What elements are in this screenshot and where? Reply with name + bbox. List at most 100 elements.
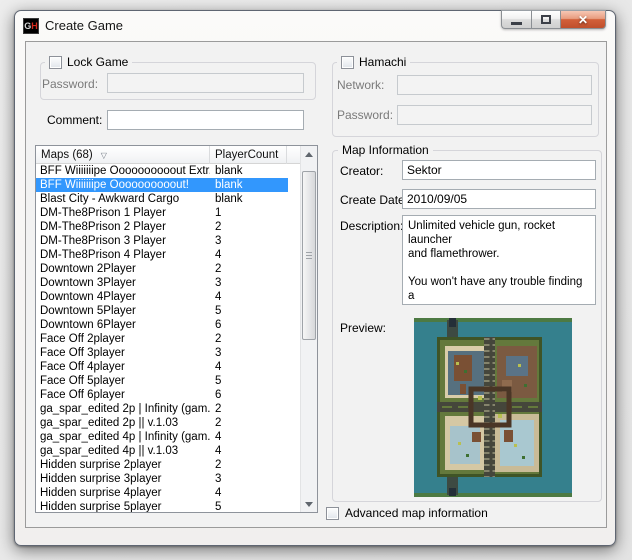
hamachi-checkbox[interactable] [341, 56, 354, 69]
map-name: Hidden surprise 2player [36, 458, 210, 472]
map-player-count: 2 [210, 220, 288, 234]
advanced-map-info-checkbox[interactable] [326, 507, 339, 520]
lock-password-label: Password: [42, 77, 98, 91]
list-item[interactable]: DM-The8Prison 1 Player 1 [36, 206, 300, 220]
lock-game-label: Lock Game [67, 55, 128, 69]
window-title: Create Game [45, 18, 123, 33]
maps-column-header[interactable]: Maps (68) ▽ [36, 146, 210, 164]
map-name: Downtown 5Player [36, 304, 210, 318]
map-information-legend: Map Information [338, 143, 433, 157]
hamachi-legend: Hamachi [337, 55, 410, 69]
comment-label: Comment: [47, 113, 102, 127]
map-name: Face Off 4player [36, 360, 210, 374]
list-item[interactable]: Face Off 3player 3 [36, 346, 300, 360]
create-game-window: GH Create Game ✕ Lock Game Password: Com… [14, 10, 616, 546]
list-item[interactable]: Hidden surprise 2player 2 [36, 458, 300, 472]
map-player-count: 4 [210, 486, 288, 500]
playercount-column-header[interactable]: PlayerCount [210, 146, 287, 164]
hamachi-label: Hamachi [359, 55, 406, 69]
map-player-count: 4 [210, 444, 288, 458]
list-item[interactable]: Downtown 2Player 2 [36, 262, 300, 276]
map-player-count: 4 [210, 430, 288, 444]
map-name: BFF Wiiiiiiipe Oooooooooout Extr... [36, 164, 210, 178]
minimize-icon [511, 22, 522, 25]
list-item[interactable]: Blast City - Awkward Cargo blank [36, 192, 300, 206]
list-item[interactable]: Hidden surprise 4player 4 [36, 486, 300, 500]
list-item[interactable]: BFF Wiiiiiiipe Oooooooooout Extr... blan… [36, 164, 300, 178]
titlebar[interactable]: GH Create Game ✕ [15, 11, 615, 40]
hamachi-password-label: Password: [337, 108, 393, 122]
map-name: Face Off 2player [36, 332, 210, 346]
create-date-input[interactable] [402, 189, 596, 209]
list-item[interactable]: ga_spar_edited 4p | Infinity (gam... 4 [36, 430, 300, 444]
map-player-count: 3 [210, 472, 288, 486]
map-name: Hidden surprise 4player [36, 486, 210, 500]
hamachi-password-input[interactable] [397, 105, 592, 125]
list-item[interactable]: Face Off 4player 4 [36, 360, 300, 374]
comment-input[interactable] [107, 110, 304, 130]
map-name: Downtown 2Player [36, 262, 210, 276]
list-item[interactable]: Hidden surprise 5player 5 [36, 500, 300, 513]
hamachi-network-label: Network: [337, 78, 384, 92]
map-player-count: 5 [210, 374, 288, 388]
minimize-button[interactable] [501, 10, 531, 29]
scroll-down-icon [305, 502, 313, 507]
list-item[interactable]: Face Off 5player 5 [36, 374, 300, 388]
scrollbar-thumb[interactable] [302, 171, 316, 340]
maps-list-header: Maps (68) ▽ PlayerCount [36, 146, 317, 164]
list-item[interactable]: BFF Wiiiiiiipe Oooooooooout! blank [36, 178, 288, 192]
list-item[interactable]: Hidden surprise 3player 3 [36, 472, 300, 486]
list-item[interactable]: Face Off 2player 2 [36, 332, 300, 346]
advanced-map-info-row: Advanced map information [326, 506, 488, 520]
lock-game-checkbox[interactable] [49, 56, 62, 69]
map-player-count: 2 [210, 458, 288, 472]
app-icon: GH [23, 18, 39, 34]
map-name: Downtown 4Player [36, 290, 210, 304]
map-information-label: Map Information [342, 143, 429, 157]
hamachi-group [332, 62, 599, 137]
list-item[interactable]: DM-The8Prison 3 Player 3 [36, 234, 300, 248]
map-name: Blast City - Awkward Cargo [36, 192, 210, 206]
description-label: Description: [340, 219, 403, 233]
map-player-count: 2 [210, 262, 288, 276]
map-name: Hidden surprise 5player [36, 500, 210, 513]
advanced-map-info-label: Advanced map information [345, 506, 488, 520]
map-player-count: blank [210, 178, 288, 192]
list-item[interactable]: Downtown 5Player 5 [36, 304, 300, 318]
map-preview-image [414, 318, 572, 497]
lock-password-input[interactable] [107, 73, 304, 93]
maps-list-body: BFF Wiiiiiiipe Oooooooooout Extr... blan… [36, 164, 300, 512]
map-name: Hidden surprise 3player [36, 472, 210, 486]
preview-label: Preview: [340, 321, 386, 335]
list-item[interactable]: Downtown 3Player 3 [36, 276, 300, 290]
map-name: DM-The8Prison 3 Player [36, 234, 210, 248]
scroll-down-button[interactable] [301, 496, 317, 512]
hamachi-network-input[interactable] [397, 75, 592, 95]
create-date-label: Create Date: [340, 193, 408, 207]
list-item[interactable]: DM-The8Prison 2 Player 2 [36, 220, 300, 234]
map-player-count: 1 [210, 206, 288, 220]
map-player-count: 6 [210, 388, 288, 402]
list-item[interactable]: ga_spar_edited 2p || v.1.03 2 [36, 416, 300, 430]
map-name: DM-The8Prison 2 Player [36, 220, 210, 234]
map-player-count: 4 [210, 248, 288, 262]
list-item[interactable]: Downtown 4Player 4 [36, 290, 300, 304]
scroll-up-icon [305, 152, 313, 157]
list-item[interactable]: ga_spar_edited 2p | Infinity (gam... 2 [36, 402, 300, 416]
description-box[interactable]: Unlimited vehicle gun, rocket launcher a… [402, 215, 596, 305]
map-player-count: 5 [210, 500, 288, 513]
scroll-up-button[interactable] [301, 146, 317, 162]
map-name: ga_spar_edited 2p || v.1.03 [36, 416, 210, 430]
list-item[interactable]: Downtown 6Player 6 [36, 318, 300, 332]
close-button[interactable]: ✕ [561, 10, 606, 29]
list-item[interactable]: ga_spar_edited 4p || v.1.03 4 [36, 444, 300, 458]
map-player-count: 2 [210, 416, 288, 430]
map-name: Face Off 3player [36, 346, 210, 360]
map-name: DM-The8Prison 4 Player [36, 248, 210, 262]
list-item[interactable]: Face Off 6player 6 [36, 388, 300, 402]
list-item[interactable]: DM-The8Prison 4 Player 4 [36, 248, 300, 262]
list-scrollbar[interactable] [300, 146, 317, 512]
maximize-button[interactable] [531, 10, 561, 29]
creator-input[interactable] [402, 160, 596, 180]
sort-indicator-icon: ▽ [101, 147, 107, 164]
